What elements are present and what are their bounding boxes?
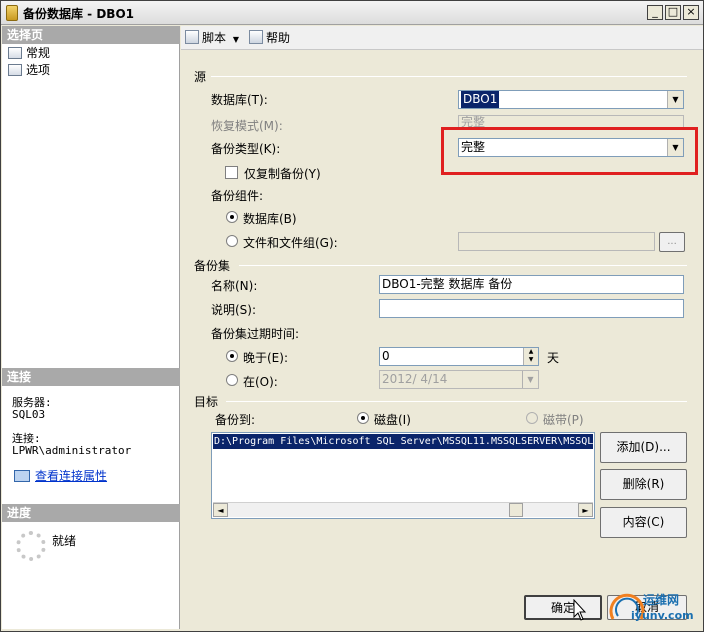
divider <box>226 401 687 402</box>
progress-header: 进度 <box>2 504 180 522</box>
days-unit-label: 天 <box>547 351 560 365</box>
horizontal-scrollbar[interactable]: ◄ ► <box>213 502 593 517</box>
component-files-label: 文件和文件组(G): <box>243 236 338 250</box>
days-spinner[interactable]: ▲ ▼ <box>523 348 538 365</box>
script-icon <box>185 30 199 44</box>
list-item[interactable]: D:\Program Files\Microsoft SQL Server\MS… <box>213 434 593 449</box>
left-pane: 选择页 常规 选项 连接 服务器: SQL03 连接: LPWR\adminis… <box>2 26 180 629</box>
expire-on-radio[interactable] <box>226 374 238 386</box>
backup-set-section-title: 备份集 <box>194 259 231 273</box>
database-value: DBO1 <box>461 91 500 108</box>
spin-down-icon[interactable]: ▼ <box>524 356 538 364</box>
expire-label: 备份集过期时间: <box>211 327 300 341</box>
chevron-down-icon: ▼ <box>522 371 538 388</box>
page-item-label: 常规 <box>26 46 51 60</box>
tape-radio <box>526 412 538 424</box>
page-item-general[interactable]: 常规 <box>8 45 50 61</box>
help-button[interactable]: 帮助 <box>249 29 290 47</box>
maximize-button[interactable]: □ <box>665 5 681 20</box>
help-icon <box>249 30 263 44</box>
scroll-thumb[interactable] <box>509 503 523 517</box>
disk-radio[interactable] <box>357 412 369 424</box>
mouse-cursor-icon <box>573 599 587 621</box>
page-item-options[interactable]: 选项 <box>8 62 50 78</box>
recovery-model-label: 恢复模式(M): <box>211 119 283 133</box>
progress-status: 就绪 <box>52 534 77 548</box>
expire-after-days-value: 0 <box>382 349 390 363</box>
highlight-box <box>441 127 698 175</box>
database-select[interactable]: DBO1 ▼ <box>458 90 684 109</box>
link-label: 查看连接属性 <box>35 469 108 483</box>
backup-database-dialog: 备份数据库 - DBO1 _ □ × 选择页 常规 选项 连接 服务器: SQL… <box>0 0 704 632</box>
database-label: 数据库(T): <box>211 93 268 107</box>
backup-type-label: 备份类型(K): <box>211 142 281 156</box>
destination-list[interactable]: D:\Program Files\Microsoft SQL Server\MS… <box>211 432 595 519</box>
connection-header: 连接 <box>2 368 180 386</box>
component-database-label: 数据库(B) <box>243 212 297 226</box>
progress-spinner-icon <box>16 531 46 561</box>
page-item-label: 选项 <box>26 63 51 77</box>
chevron-down-icon[interactable]: ▼ <box>667 91 683 108</box>
backup-name-label: 名称(N): <box>211 279 258 293</box>
remove-destination-button[interactable]: 删除(R) <box>600 469 687 500</box>
script-label: 脚本 <box>202 31 227 45</box>
expire-on-date-picker: 2012/ 4/14 ▼ <box>379 370 539 389</box>
tape-label: 磁带(P) <box>543 413 584 427</box>
destination-section-title: 目标 <box>194 395 219 409</box>
source-section-title: 源 <box>194 70 207 84</box>
divider <box>239 265 687 266</box>
minimize-button[interactable]: _ <box>647 5 663 20</box>
disk-label: 磁盘(I) <box>374 413 411 427</box>
recovery-model-field: 完整 <box>458 115 684 127</box>
copy-only-checkbox[interactable] <box>225 166 238 179</box>
page-icon <box>8 47 22 59</box>
watermark-brand: 运维网 <box>643 593 680 607</box>
filegroups-field <box>458 232 655 251</box>
ok-button[interactable]: 确定 <box>524 595 602 620</box>
view-connection-properties-link[interactable]: 查看连接属性 <box>14 467 107 484</box>
description-label: 说明(S): <box>211 303 257 317</box>
watermark-url: iyunv.com <box>631 609 694 622</box>
database-icon <box>6 5 18 21</box>
add-destination-button[interactable]: 添加(D)... <box>600 432 687 463</box>
expire-on-date-value: 2012/ 4/14 <box>382 372 448 386</box>
title-bar: 备份数据库 - DBO1 _ □ × <box>1 1 703 25</box>
backup-to-label: 备份到: <box>215 413 256 427</box>
scroll-left-icon[interactable]: ◄ <box>213 503 228 517</box>
expire-on-label: 在(O): <box>243 375 278 389</box>
backup-component-label: 备份组件: <box>211 189 264 203</box>
backup-name-input[interactable]: DBO1-完整 数据库 备份 <box>379 275 684 294</box>
spin-up-icon[interactable]: ▲ <box>524 348 538 356</box>
divider <box>211 76 687 77</box>
script-button[interactable]: 脚本 ▼ <box>185 29 239 47</box>
description-input[interactable] <box>379 299 684 318</box>
expire-after-label: 晚于(E): <box>243 351 288 365</box>
expire-after-radio[interactable] <box>226 350 238 362</box>
server-value: SQL03 <box>12 408 46 421</box>
select-page-header: 选择页 <box>2 26 180 44</box>
watermark: 运维网 iyunv.com <box>607 583 699 629</box>
connection-properties-icon <box>14 470 30 482</box>
copy-only-label: 仅复制备份(Y) <box>244 167 321 181</box>
help-label: 帮助 <box>266 31 291 45</box>
page-icon <box>8 64 22 76</box>
chevron-down-icon: ▼ <box>232 35 239 44</box>
scroll-right-icon[interactable]: ► <box>578 503 593 517</box>
connection-value: LPWR\administrator <box>12 444 132 457</box>
toolbar: 脚本 ▼ 帮助 <box>181 26 703 50</box>
window-title: 备份数据库 - DBO1 <box>23 7 134 21</box>
contents-button[interactable]: 内容(C) <box>600 507 687 538</box>
component-files-radio[interactable] <box>226 235 238 247</box>
close-button[interactable]: × <box>683 5 699 20</box>
expire-after-days-input[interactable]: 0 ▲ ▼ <box>379 347 539 366</box>
browse-filegroups-button[interactable]: ... <box>659 232 685 252</box>
component-database-radio[interactable] <box>226 211 238 223</box>
